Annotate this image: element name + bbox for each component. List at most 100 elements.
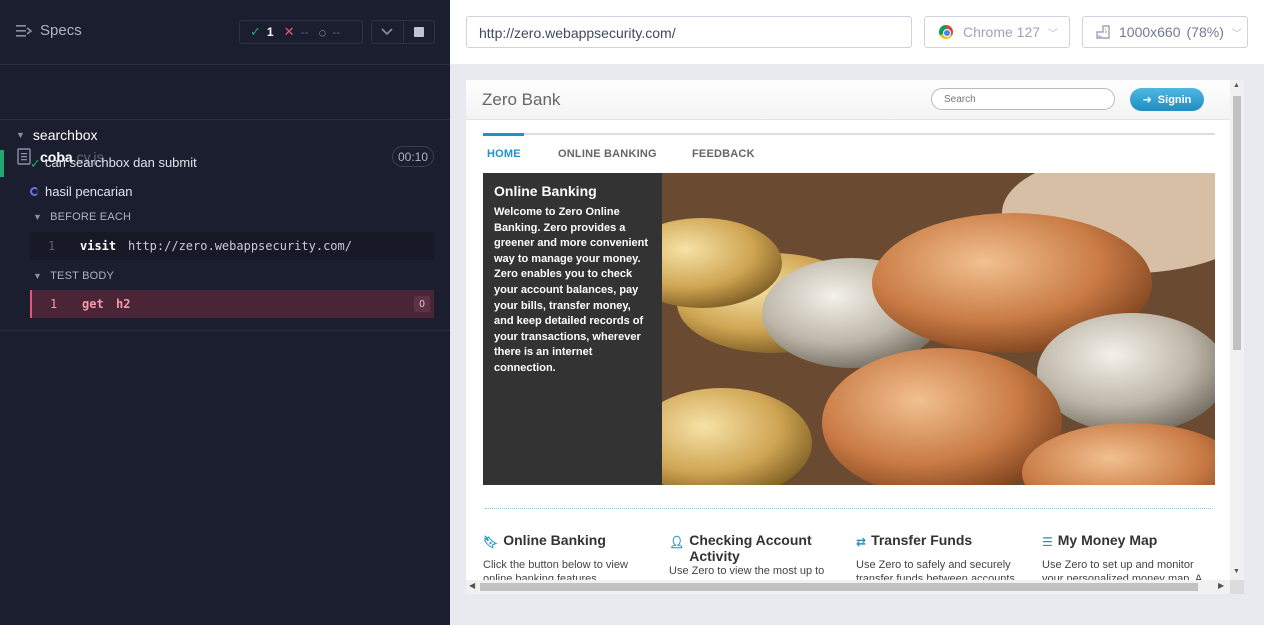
- spec-file-row: coba.cy.js 00:10: [0, 65, 450, 167]
- test-row-running[interactable]: hasil pencarian: [30, 184, 132, 199]
- element-count-badge: 0: [414, 296, 430, 312]
- nav-active-indicator: [483, 133, 524, 136]
- specs-label: Specs: [40, 22, 82, 39]
- command-message: h2: [116, 297, 131, 311]
- site-search-input[interactable]: Search: [931, 88, 1115, 110]
- scrollbar-corner: [1230, 580, 1244, 594]
- run-controls: [371, 20, 435, 44]
- command-row-visit[interactable]: 1 visit http://zero.webappsecurity.com/: [30, 232, 434, 260]
- feature-title[interactable]: Transfer Funds: [871, 532, 972, 548]
- scroll-down-arrow-icon[interactable]: ▼: [1233, 568, 1240, 575]
- test-tree: ▼ searchbox ✓ cari searchbox dan submit …: [0, 121, 450, 331]
- signin-icon: ➜: [1142, 94, 1152, 106]
- scroll-right-arrow-icon[interactable]: ▶: [1218, 581, 1224, 590]
- feature-title[interactable]: Checking Account Activity: [689, 532, 841, 564]
- feature-text: Use Zero to view the most up to: [669, 565, 825, 577]
- browser-selector[interactable]: Chrome 127 ﹀: [924, 16, 1070, 48]
- command-number: 1: [48, 239, 56, 253]
- caret-down-icon: ▼: [33, 271, 43, 281]
- pending-stat: ◌ --: [319, 25, 341, 40]
- nav-feedback[interactable]: FEEDBACK: [692, 148, 755, 160]
- stop-icon: [413, 27, 424, 37]
- command-log-panel: Specs ✓ 1 ✕ -- ◌ -- coba.cy.js 00:10 ▼ s…: [0, 0, 450, 625]
- spinner-icon: [30, 187, 39, 196]
- command-name: get: [82, 297, 104, 311]
- horizontal-scrollbar[interactable]: ◀ ▶: [466, 580, 1230, 594]
- user-icon: 👤︎: [669, 535, 685, 549]
- suite-title: searchbox: [32, 127, 98, 143]
- feature-money-map: ☰ My Money Map Use Zero to set up and mon…: [1042, 532, 1212, 586]
- hook-title: TEST BODY: [50, 270, 115, 282]
- feature-checking-activity: 👤︎ Checking Account Activity Use Zero to …: [669, 532, 841, 578]
- hero-title: Online Banking: [494, 183, 597, 199]
- url-bar[interactable]: http://zero.webappsecurity.com/: [466, 16, 912, 48]
- failed-stat: ✕ --: [284, 24, 309, 40]
- hero-caption: Online Banking Welcome to Zero Online Ba…: [483, 173, 662, 485]
- signin-label: Signin: [1157, 93, 1192, 106]
- chevron-down-icon: ﹀: [1048, 28, 1059, 40]
- stop-button[interactable]: [402, 21, 435, 43]
- reporter-header: Specs ✓ 1 ✕ -- ◌ --: [0, 0, 450, 65]
- command-name: visit: [80, 239, 117, 253]
- horizontal-scroll-thumb[interactable]: [480, 583, 1198, 591]
- feature-title-row: 🔖︎ Online Banking: [483, 532, 653, 550]
- browser-name: Chrome 127: [963, 24, 1041, 40]
- viewport-selector[interactable]: 1000x660 (78%) ﹀: [1082, 16, 1248, 48]
- command-message: http://zero.webappsecurity.com/: [128, 239, 352, 253]
- coins-image: [662, 173, 1215, 485]
- viewport-size: 1000x660: [1119, 24, 1181, 40]
- section-divider: [485, 508, 1213, 509]
- hero-text: Welcome to Zero Online Banking. Zero pro…: [494, 206, 649, 374]
- caret-down-icon: ▼: [33, 212, 43, 222]
- stats-summary: ✓ 1 ✕ -- ◌ --: [239, 20, 363, 44]
- signin-button[interactable]: ➜ Signin: [1130, 88, 1204, 111]
- nav-online-banking[interactable]: ONLINE BANKING: [558, 148, 657, 160]
- pending-circle-icon: ◌: [318, 24, 327, 40]
- command-row-get[interactable]: 1 get h2 0: [30, 290, 434, 318]
- caret-down-icon: ▼: [16, 130, 25, 140]
- chrome-icon: [939, 25, 953, 39]
- list-icon: ☰: [1042, 535, 1053, 549]
- failed-count: --: [300, 25, 309, 39]
- passed-count: 1: [266, 25, 274, 39]
- feature-title-row: 👤︎ Checking Account Activity: [669, 532, 841, 564]
- site-brand[interactable]: Zero Bank: [482, 90, 560, 110]
- shuffle-icon: ⇄: [856, 535, 867, 549]
- viewport-ruler-icon: [1096, 25, 1110, 39]
- vertical-scroll-thumb[interactable]: [1233, 96, 1241, 350]
- browser-toolbar: http://zero.webappsecurity.com/ Chrome 1…: [450, 0, 1264, 64]
- check-icon: ✓: [30, 156, 41, 171]
- browser-panel: http://zero.webappsecurity.com/ Chrome 1…: [450, 0, 1264, 625]
- feature-transfer-funds: ⇄ Transfer Funds Use Zero to safely and s…: [856, 532, 1026, 586]
- feature-title[interactable]: My Money Map: [1058, 532, 1158, 548]
- test-row-passed[interactable]: ✓ cari searchbox dan submit: [0, 150, 450, 177]
- hook-test-body[interactable]: ▼ TEST BODY: [33, 270, 114, 282]
- hook-title: BEFORE EACH: [50, 211, 132, 223]
- feature-title-row: ☰ My Money Map: [1042, 532, 1212, 550]
- suite-row[interactable]: ▼ searchbox: [16, 127, 98, 143]
- site-header: Zero Bank Search ➜ Signin: [466, 80, 1232, 120]
- x-icon: ✕: [283, 24, 295, 39]
- passed-indicator: [0, 150, 4, 177]
- passed-stat: ✓ 1: [250, 24, 274, 40]
- features-row: 🔖︎ Online Banking Click the button below …: [483, 532, 1223, 585]
- scroll-up-arrow-icon[interactable]: ▲: [1233, 82, 1240, 89]
- app-under-test-frame: Zero Bank Search ➜ Signin HOME ONLINE BA…: [466, 80, 1244, 594]
- specs-button[interactable]: Specs: [16, 22, 82, 39]
- chevron-down-icon: ﹀: [1231, 28, 1242, 40]
- feature-title-row: ⇄ Transfer Funds: [856, 532, 1026, 550]
- hero-carousel: Online Banking Welcome to Zero Online Ba…: [483, 173, 1215, 485]
- chevron-down-icon: [381, 28, 393, 36]
- pending-count: --: [332, 25, 341, 39]
- bookmark-icon: 🔖︎: [483, 535, 499, 549]
- scroll-left-arrow-icon[interactable]: ◀: [469, 581, 475, 590]
- test-title: cari searchbox dan submit: [45, 155, 197, 170]
- check-icon: ✓: [250, 24, 261, 39]
- hook-before-each[interactable]: ▼ BEFORE EACH: [33, 211, 131, 223]
- test-title: hasil pencarian: [45, 184, 133, 199]
- vertical-scrollbar[interactable]: ▲ ▼: [1230, 80, 1244, 580]
- nav-home[interactable]: HOME: [487, 148, 521, 160]
- feature-title[interactable]: Online Banking: [503, 532, 606, 548]
- expand-button[interactable]: [372, 21, 403, 43]
- specs-list-icon: [16, 24, 32, 37]
